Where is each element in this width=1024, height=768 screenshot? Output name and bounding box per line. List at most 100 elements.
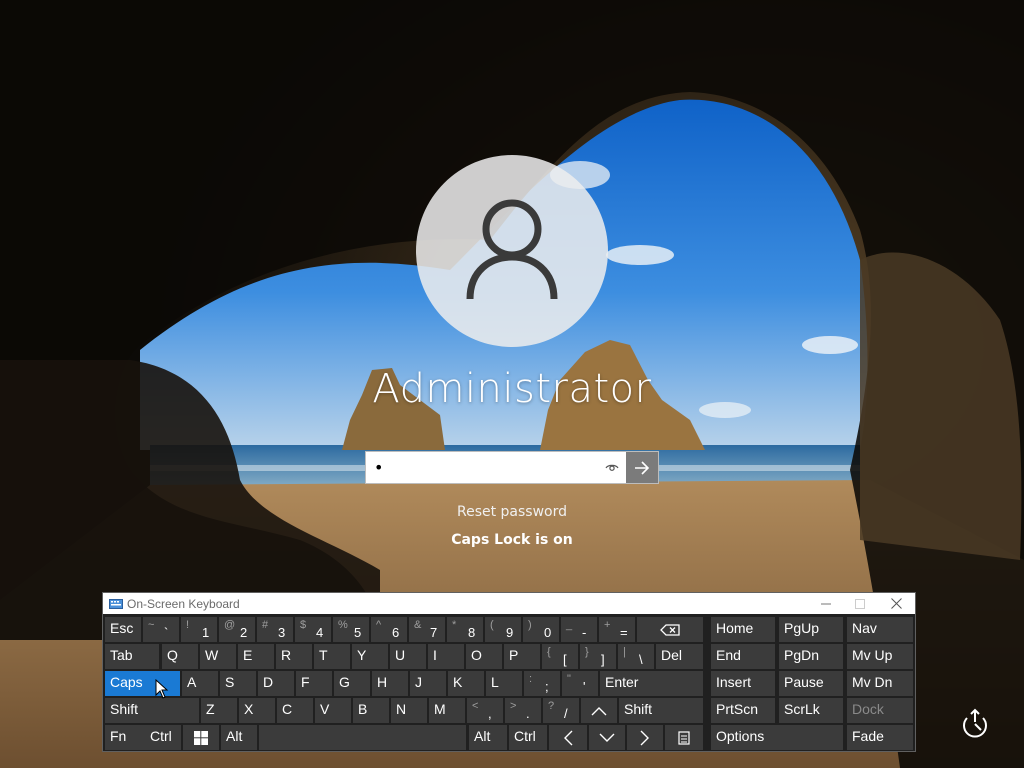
key-shift-label: } — [585, 646, 589, 658]
key-f[interactable]: F — [296, 671, 332, 696]
reset-password-link[interactable]: Reset password — [0, 504, 1024, 520]
key-v[interactable]: V — [315, 698, 351, 723]
key-mvdn[interactable]: Mv Dn — [847, 671, 913, 696]
key-7[interactable]: & 7 — [409, 617, 445, 642]
key-fade[interactable]: Fade — [847, 725, 913, 750]
key-rbracket[interactable]: }] — [580, 644, 616, 669]
key-minus[interactable]: _ - — [561, 617, 597, 642]
osk-titlebar[interactable]: On-Screen Keyboard — [103, 593, 915, 614]
key-n[interactable]: N — [391, 698, 427, 723]
minimize-icon[interactable] — [809, 593, 843, 614]
key-label: Shift — [110, 701, 139, 717]
key-6[interactable]: ^ 6 — [371, 617, 407, 642]
key-shift-label: { — [547, 646, 551, 658]
key-lalt[interactable]: Alt — [221, 725, 257, 750]
key-del[interactable]: Del — [656, 644, 703, 669]
key-semicolon[interactable]: :; — [524, 671, 560, 696]
key-h[interactable]: H — [372, 671, 408, 696]
key-3[interactable]: #3 — [257, 617, 293, 642]
eye-icon[interactable] — [598, 452, 626, 483]
key-slash[interactable]: ? / — [543, 698, 579, 723]
key-x[interactable]: X — [239, 698, 275, 723]
key-end[interactable]: End — [711, 644, 775, 669]
key-b[interactable]: B — [353, 698, 389, 723]
key-u[interactable]: U — [390, 644, 426, 669]
close-icon[interactable] — [879, 593, 913, 614]
key-d[interactable]: D — [258, 671, 294, 696]
key-r[interactable]: R — [276, 644, 312, 669]
key-right[interactable] — [627, 725, 663, 750]
key-backspace[interactable] — [637, 617, 703, 642]
key-rctrl[interactable]: Ctrl — [509, 725, 547, 750]
key-ralt[interactable]: Alt — [469, 725, 507, 750]
key-i[interactable]: I — [428, 644, 464, 669]
key-home[interactable]: Home — [711, 617, 775, 642]
key-0[interactable]: ) 0 — [523, 617, 559, 642]
key-t[interactable]: T — [314, 644, 350, 669]
key-quote[interactable]: " ' — [562, 671, 598, 696]
key-options[interactable]: Options — [711, 725, 843, 750]
key-8[interactable]: * 8 — [447, 617, 483, 642]
key-label: N — [396, 701, 407, 717]
key-z[interactable]: Z — [201, 698, 237, 723]
key-main-label: 6 — [392, 625, 400, 640]
key-main-label: , — [488, 706, 492, 721]
ease-of-access-icon[interactable] — [958, 706, 992, 740]
key-left[interactable] — [549, 725, 587, 750]
key-pgdn[interactable]: PgDn — [779, 644, 843, 669]
key-g[interactable]: G — [334, 671, 370, 696]
key-fn[interactable]: Fn — [105, 725, 149, 750]
key-mvup[interactable]: Mv Up — [847, 644, 913, 669]
key-c[interactable]: C — [277, 698, 313, 723]
submit-button[interactable] — [626, 452, 658, 483]
key-label: Nav — [852, 620, 877, 636]
key-y[interactable]: Y — [352, 644, 388, 669]
key-scrlk[interactable]: ScrLk — [779, 698, 843, 723]
key-up[interactable] — [581, 698, 617, 723]
key-lctrl[interactable]: Ctrl — [145, 725, 181, 750]
key-j[interactable]: J — [410, 671, 446, 696]
key-backslash[interactable]: | \ — [618, 644, 654, 669]
key-pgup[interactable]: PgUp — [779, 617, 843, 642]
key-m[interactable]: M — [429, 698, 465, 723]
key-down[interactable] — [589, 725, 625, 750]
key-label: Pause — [784, 674, 824, 690]
key-menu[interactable] — [665, 725, 703, 750]
key-l[interactable]: L — [486, 671, 522, 696]
key-pause[interactable]: Pause — [779, 671, 843, 696]
key-9[interactable]: (9 — [485, 617, 521, 642]
key-equals[interactable]: + = — [599, 617, 635, 642]
key-s[interactable]: S — [220, 671, 256, 696]
key-main-label: [ — [563, 652, 567, 667]
key-tab[interactable]: Tab — [105, 644, 159, 669]
key-a[interactable]: A — [182, 671, 218, 696]
key-1[interactable]: ! 1 — [181, 617, 217, 642]
key-5[interactable]: % 5 — [333, 617, 369, 642]
key-period[interactable]: >. — [505, 698, 541, 723]
key-w[interactable]: W — [200, 644, 236, 669]
key-o[interactable]: O — [466, 644, 502, 669]
key-space[interactable] — [259, 725, 466, 750]
key-label: Options — [716, 728, 765, 744]
key-prtscn[interactable]: PrtScn — [711, 698, 775, 723]
key-esc[interactable]: Esc — [105, 617, 141, 642]
password-input[interactable] — [366, 452, 598, 483]
key-e[interactable]: E — [238, 644, 274, 669]
key-p[interactable]: P — [504, 644, 540, 669]
key-k[interactable]: K — [448, 671, 484, 696]
key-backquote[interactable]: ~ ` — [143, 617, 179, 642]
key-2[interactable]: @2 — [219, 617, 255, 642]
key-enter[interactable]: Enter — [600, 671, 703, 696]
key-win[interactable] — [183, 725, 219, 750]
key-insert[interactable]: Insert — [711, 671, 775, 696]
key-4[interactable]: $4 — [295, 617, 331, 642]
key-comma[interactable]: <, — [467, 698, 503, 723]
key-main-label: 5 — [354, 625, 362, 640]
key-shift-label: + — [604, 619, 611, 631]
key-nav[interactable]: Nav — [847, 617, 913, 642]
key-lshift[interactable]: Shift — [105, 698, 199, 723]
key-q[interactable]: Q — [162, 644, 198, 669]
password-field[interactable] — [365, 451, 659, 484]
key-rshift[interactable]: Shift — [619, 698, 703, 723]
key-lbracket[interactable]: {[ — [542, 644, 578, 669]
